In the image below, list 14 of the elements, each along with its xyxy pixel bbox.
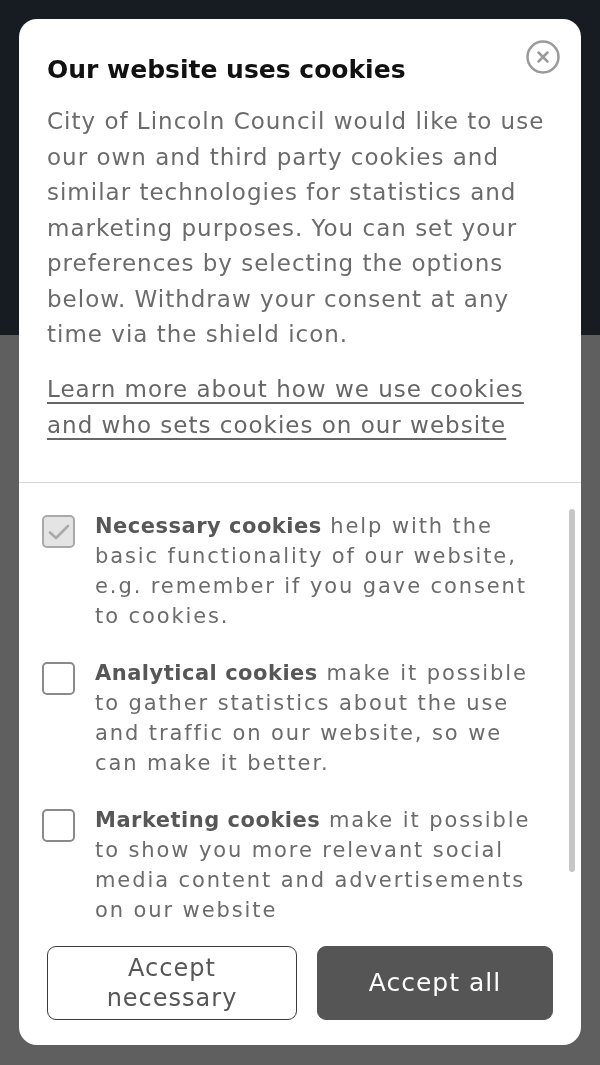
cookie-checkbox[interactable] [42,809,75,842]
dialog-title: Our website uses cookies [47,55,406,85]
close-button[interactable] [526,40,560,74]
accept-necessary-button[interactable]: Accept necessary [47,946,297,1020]
cookie-checkbox[interactable] [42,662,75,695]
dialog-description: City of Lincoln Council would like to use our own and third party cookies and similar technologies for statistics and marketing purposes. You can set your preferences by selecting the options below. Withdraw your consent at any time via the shield icon. [47,107,546,349]
learn-more-link[interactable]: Learn more about how we use cookies and who sets cookies on our website [47,372,559,443]
cookie-option-text: Analytical cookies make it possible to gather statistics about the use and traffic on our website, so we can make it better. [95,660,529,777]
accept-all-button[interactable]: Accept all [317,946,553,1020]
cookie-option-text: Necessary cookies help with the basic functionality of our website, e.g. remember if you gave consent to cookies. [95,513,528,630]
cookie-option-text: Marketing cookies make it possible to show you more relevant social media content and advertisements on our website [95,807,532,924]
close-icon [526,40,560,74]
check-icon [47,522,70,541]
scrollbar-thumb[interactable] [569,509,575,872]
